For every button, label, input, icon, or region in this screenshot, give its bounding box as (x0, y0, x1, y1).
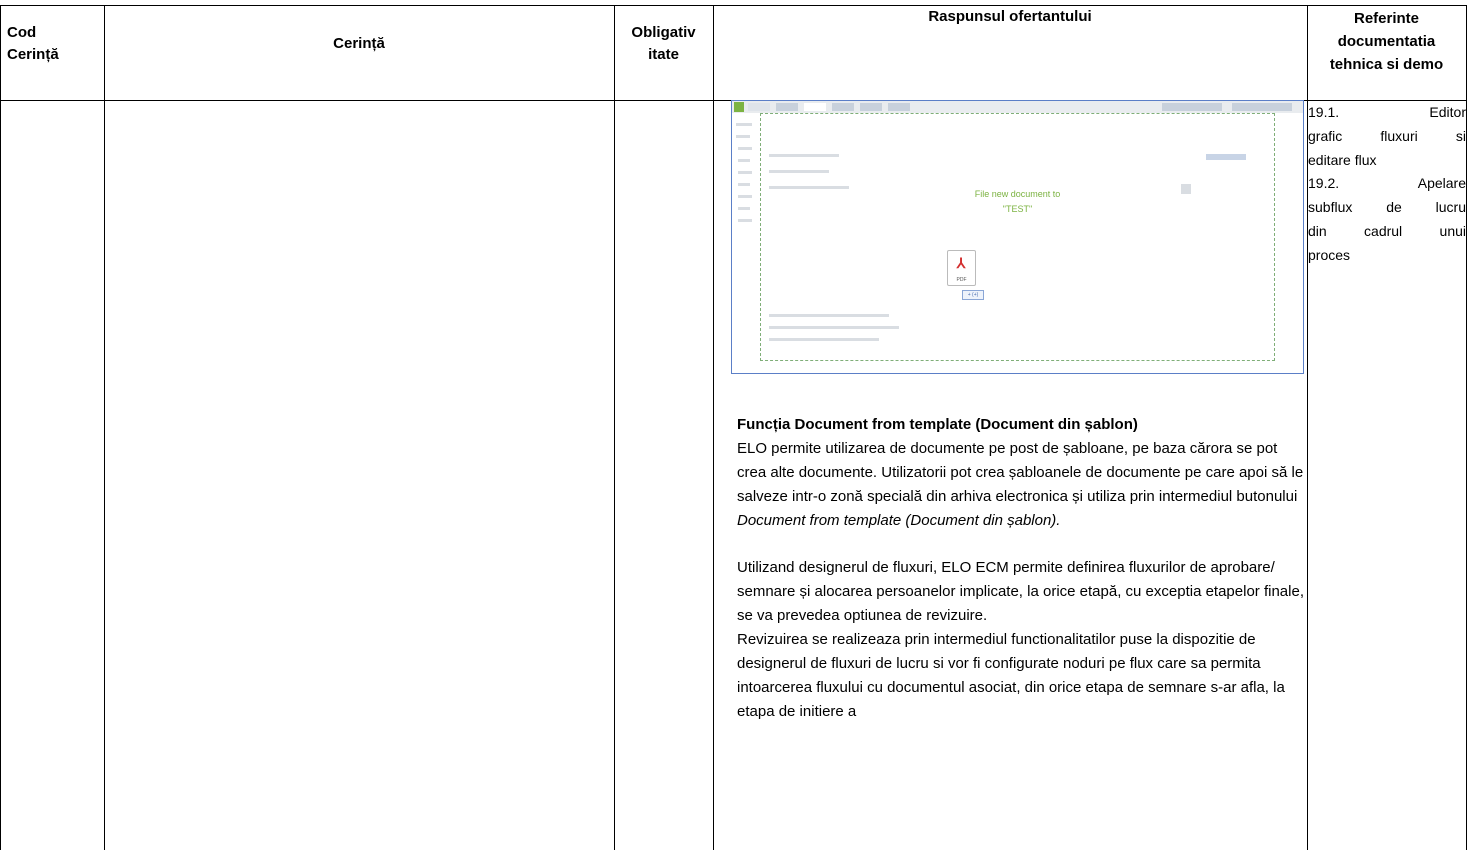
paragraph-3: Revizuirea se realizeaza prin intermediu… (737, 631, 1285, 720)
ref-line: 19.1. Editor (1308, 104, 1466, 120)
screenshot-toolbar (732, 101, 1303, 113)
references-text: 19.1. Editor grafic fluxuri si editare f… (1308, 101, 1466, 268)
header-referinte: Referinte documentatia tehnica si demo (1329, 10, 1444, 73)
pdf-file-icon: ⅄ PDF (947, 250, 976, 286)
ref-line: din cadrul unui (1308, 222, 1466, 239)
ref-line: proces (1308, 246, 1351, 263)
header-obligativitate: Obligativ itate (631, 24, 696, 63)
ref-line: 19.2. Apelare (1308, 175, 1466, 192)
col-border-2 (614, 5, 615, 850)
drop-zone (760, 113, 1275, 361)
col-border-1 (104, 5, 105, 850)
paragraph-2: Utilizand designerul de fluxuri, ELO ECM… (737, 559, 1304, 625)
copy-badge: + (+) (962, 290, 984, 300)
section-title: Funcția Document from template (Document… (737, 416, 1138, 433)
col-border-3 (713, 5, 714, 850)
header-cod-cerinta: Cod Cerință (7, 24, 59, 63)
ref-line: editare flux (1308, 151, 1377, 168)
response-text: Funcția Document from template (Document… (737, 413, 1307, 724)
col-border-left (0, 5, 1, 850)
elo-screenshot-figure: File new document to "TEST" ⅄ PDF + (+) (731, 100, 1304, 374)
header-cerinta: Cerință (333, 35, 385, 52)
ref-line: subflux de lucru (1308, 199, 1466, 216)
drop-text-line2: "TEST" (1002, 204, 1033, 214)
elo-logo-icon (734, 102, 744, 112)
header-raspuns: Raspunsul ofertantului (928, 8, 1092, 25)
ref-line: grafic fluxuri si (1308, 127, 1466, 144)
screenshot-tree (736, 115, 754, 367)
requirements-table: Cod Cerință Cerință Obligativ itate Rasp… (0, 0, 1467, 850)
drop-text-line1: File new document to (974, 189, 1061, 199)
paragraph-1: ELO permite utilizarea de documente pe p… (737, 439, 1304, 529)
acrobat-icon: ⅄ (956, 255, 966, 271)
